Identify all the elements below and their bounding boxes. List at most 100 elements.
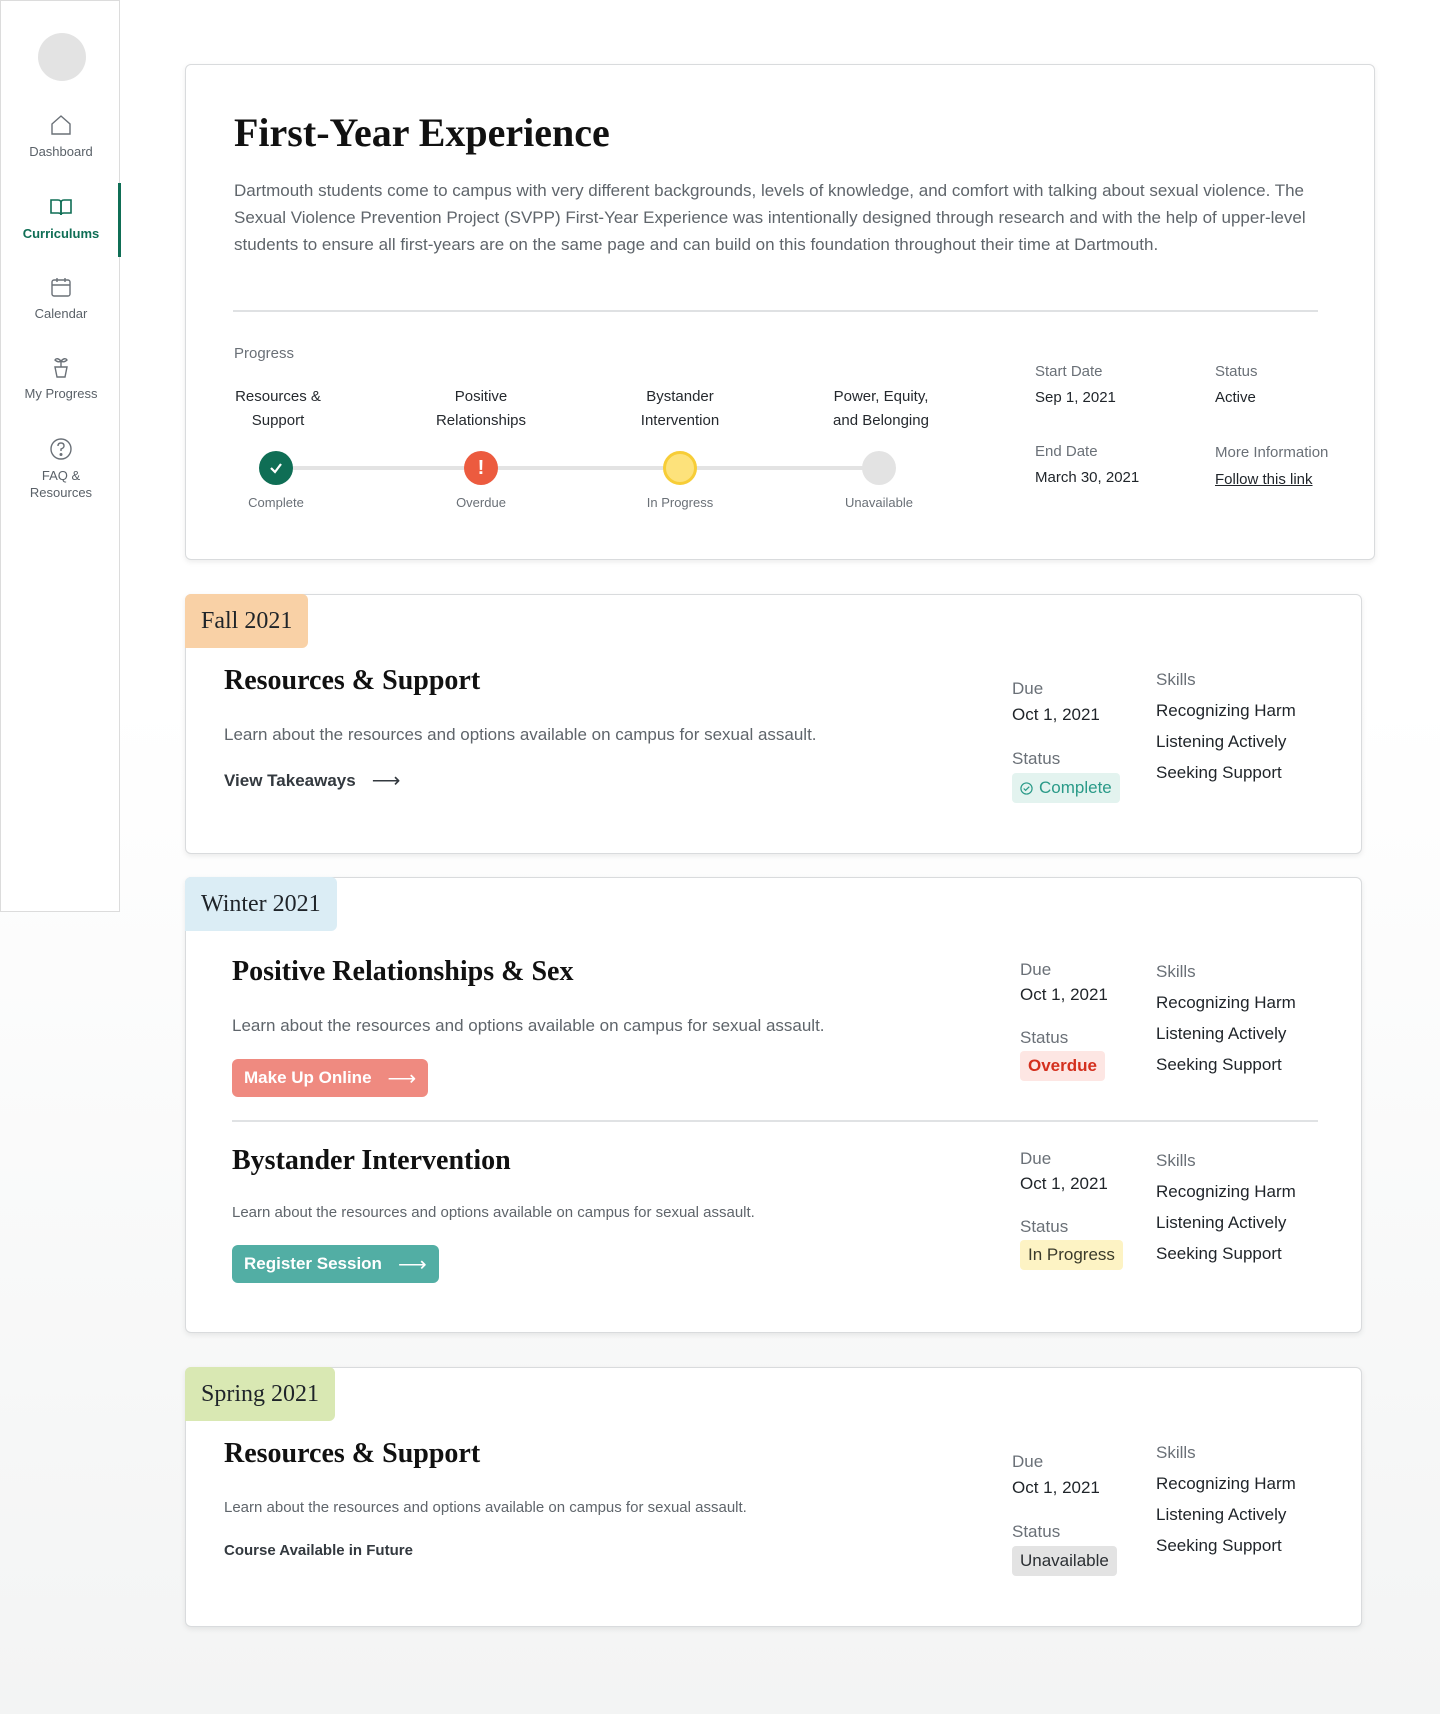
course-description: Learn about the resources and options av… [224,725,817,744]
course-title: Positive Relationships & Sex [232,956,574,987]
calendar-icon [51,278,71,297]
check-circle-icon [1020,781,1033,795]
availability-note: Course Available in Future [224,1542,413,1559]
status-text: Unavailable [1020,1551,1109,1570]
progress-track [276,466,876,470]
skill-item: Recognizing Harm [1156,993,1296,1012]
status-text: In Progress [1028,1245,1115,1264]
term-tab: Fall 2021 [185,594,309,648]
step-in-progress-dot[interactable] [663,451,697,485]
term-card-winter: Winter 2021 Positive Relationships & Sex… [185,877,1362,1333]
skill-item: Seeking Support [1156,763,1282,782]
step-status: In Progress [646,495,714,510]
exclamation-icon: ! [477,456,485,479]
sidebar-item-my-progress[interactable]: My Progress [1,355,121,402]
skill-item: Listening Actively [1156,732,1287,751]
sidebar-item-label: My Progress [24,386,98,401]
register-session-button[interactable]: Register Session ⟶ [232,1245,439,1283]
sidebar-item-curriculums[interactable]: Curriculums [1,195,121,242]
sidebar-item-dashboard[interactable]: Dashboard [1,113,121,160]
course-description: Learn about the resources and options av… [232,1204,755,1221]
more-info-label: More Information [1215,444,1329,461]
step-title-line: Power, Equity, [833,388,929,405]
step-status: Unavailable [845,495,913,510]
skill-item: Listening Actively [1156,1024,1287,1043]
curriculum-description: Dartmouth students come to campus with v… [234,181,1306,254]
step-title[interactable]: Bystander Intervention [605,385,755,433]
course-description: Learn about the resources and options av… [224,1499,747,1516]
sidebar-item-calendar[interactable]: Calendar [1,275,121,322]
status-label: Status [1020,1217,1069,1236]
start-date-label: Start Date [1035,363,1103,380]
step-complete-dot[interactable] [259,451,293,485]
sidebar-item-faq-resources[interactable]: FAQ & Resources [1,437,121,501]
view-takeaways-link[interactable]: View Takeaways ⟶ [224,768,400,793]
course-title: Resources & Support [224,665,481,696]
status-label: Status [1012,1522,1061,1541]
step-title[interactable]: Positive Relationships [406,385,556,433]
start-date-value: Sep 1, 2021 [1035,389,1116,406]
plant-pot-icon [54,358,68,378]
step-status: Overdue [456,495,506,510]
avatar[interactable] [38,33,86,81]
status-label: Status [1020,1028,1069,1047]
course-title: Bystander Intervention [232,1145,511,1176]
divider [233,310,1318,312]
status-text: Complete [1039,778,1112,797]
home-icon [51,115,71,135]
make-up-online-button[interactable]: Make Up Online ⟶ [232,1059,429,1097]
skills-label: Skills [1156,670,1196,689]
due-label: Due [1012,679,1044,698]
due-value: Oct 1, 2021 [1012,705,1100,724]
step-title-line: Bystander [646,388,714,405]
divider [232,1120,1318,1122]
link-label: View Takeaways [224,770,356,790]
sidebar-item-label: Calendar [34,306,88,321]
status-label: Status [1012,749,1061,768]
status-badge: Unavailable [1012,1546,1117,1576]
term-card-spring: Spring 2021 Resources & Support Learn ab… [185,1367,1362,1627]
active-indicator [118,183,121,257]
step-title-line: Intervention [640,412,720,429]
skill-item: Recognizing Harm [1156,1474,1296,1493]
due-value: Oct 1, 2021 [1020,1174,1108,1193]
step-title[interactable]: Power, Equity, and Belonging [806,385,956,433]
status-label: Status [1215,363,1258,380]
sidebar-item-label: FAQ & [41,468,81,483]
progress-label: Progress [234,345,295,362]
skill-item: Seeking Support [1156,1244,1282,1263]
step-status: Complete [248,495,304,510]
step-overdue-dot[interactable]: ! [464,451,498,485]
follow-link[interactable]: Follow this link [1215,471,1313,488]
sidebar-item-label: Dashboard [29,144,93,159]
status-badge: Overdue [1020,1051,1105,1081]
skills-label: Skills [1156,1151,1196,1170]
skill-item: Recognizing Harm [1156,1182,1296,1201]
step-title[interactable]: Resources & Support [203,385,353,433]
step-title-line: Resources & [235,388,321,405]
skill-item: Listening Actively [1156,1505,1287,1524]
course-title: Resources & Support [224,1438,481,1469]
end-date-value: March 30, 2021 [1035,469,1140,486]
step-title-line: Positive [454,388,508,405]
skills-label: Skills [1156,1443,1196,1462]
button-label: Make Up Online [244,1068,372,1087]
page-title: First-Year Experience [234,110,610,155]
skill-item: Listening Actively [1156,1213,1287,1232]
button-label: Register Session [244,1254,382,1273]
step-unavailable-dot[interactable] [862,451,896,485]
term-card-fall: Fall 2021 Resources & Support Learn abou… [185,594,1362,854]
sidebar-item-label: Resources [29,485,93,500]
step-title-line: Support [251,412,305,429]
due-value: Oct 1, 2021 [1020,985,1108,1004]
due-label: Due [1020,960,1052,979]
due-label: Due [1020,1149,1052,1168]
term-tab: Winter 2021 [185,877,337,931]
status-badge: In Progress [1020,1240,1123,1270]
sidebar-item-label: Curriculums [22,226,100,241]
skill-item: Seeking Support [1156,1536,1282,1555]
end-date-label: End Date [1035,443,1098,460]
curriculum-overview-card: First-Year Experience Dartmouth students… [185,64,1375,560]
status-badge: Complete [1012,773,1120,803]
question-icon [50,438,72,460]
